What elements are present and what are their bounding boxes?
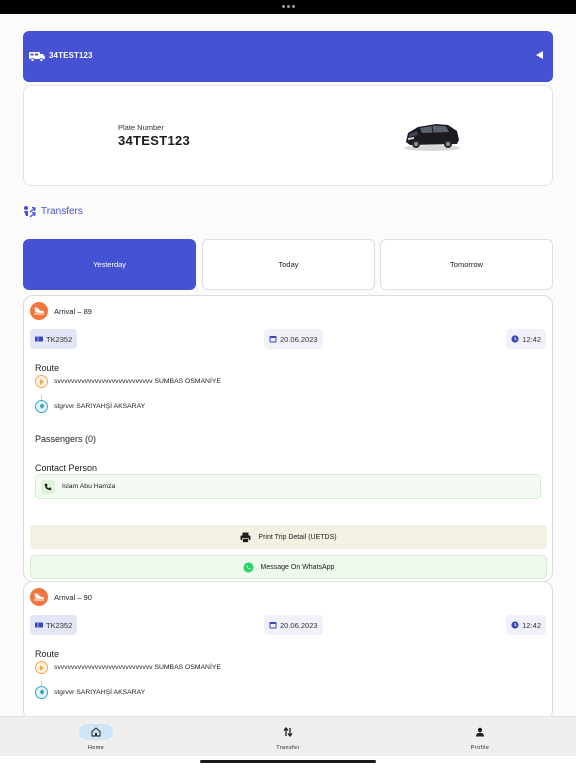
ticket-icon bbox=[35, 336, 43, 342]
transfer-arrows-icon bbox=[271, 724, 305, 740]
main-scroll-area[interactable]: 34TEST123 Plate Number 34TEST123 Transfe… bbox=[0, 14, 576, 716]
nav-home-label: Home bbox=[87, 745, 105, 751]
location-pin-icon bbox=[35, 400, 48, 413]
print-trip-button[interactable]: Print Trip Detail (UETDS) bbox=[30, 525, 547, 549]
whatsapp-button[interactable]: Message On WhatsApp bbox=[30, 555, 547, 579]
vehicle-image bbox=[404, 124, 460, 151]
day-tabs: Yesterday Today Tomorrow bbox=[23, 239, 553, 290]
transfer-date: 20.06.2023 bbox=[280, 334, 318, 344]
clock-icon bbox=[511, 621, 519, 629]
clock-icon bbox=[511, 335, 519, 343]
route-end-text: stgrvvr SARIYAHŞİ AKSARAY bbox=[54, 403, 146, 410]
route-end: stgrvvr SARIYAHŞİ AKSARAY bbox=[35, 686, 145, 699]
time-badge: 12:42 bbox=[506, 329, 546, 349]
route-start: svvvvvvvvvvvvvvvvvvvvvvvvvvvv SUMBAS OSM… bbox=[35, 661, 221, 674]
tab-tomorrow-label: Tomorrow bbox=[450, 260, 483, 269]
time-badge: 12:42 bbox=[506, 615, 546, 635]
transfers-icon bbox=[24, 206, 36, 218]
flight-badge: TK2352 bbox=[30, 329, 78, 349]
tab-tomorrow[interactable]: Tomorrow bbox=[380, 239, 553, 290]
header-plate: 34TEST123 bbox=[49, 51, 93, 60]
print-trip-label: Print Trip Detail (UETDS) bbox=[258, 533, 337, 541]
calendar-icon bbox=[269, 336, 277, 343]
flight-number: TK2352 bbox=[46, 620, 73, 630]
multitasking-dots[interactable] bbox=[282, 5, 295, 8]
arrival-number: Arrival – 89 bbox=[54, 307, 92, 316]
plate-number-value: 34TEST123 bbox=[118, 133, 191, 148]
van-icon bbox=[29, 52, 45, 62]
plate-number-label: Plate Number bbox=[118, 123, 164, 132]
location-pin-icon bbox=[35, 686, 48, 699]
route-label: Route bbox=[35, 363, 60, 373]
tab-yesterday-label: Yesterday bbox=[92, 260, 127, 269]
phone-icon bbox=[41, 480, 55, 494]
transfers-title: Transfers bbox=[41, 206, 83, 217]
collapse-arrow-icon[interactable] bbox=[536, 51, 543, 59]
transfer-time: 12:42 bbox=[522, 620, 541, 630]
contact-person-label: Contact Person bbox=[35, 463, 98, 473]
tab-yesterday[interactable]: Yesterday bbox=[23, 239, 196, 290]
route-start-icon bbox=[35, 661, 48, 674]
arrival-number: Arrival – 90 bbox=[54, 593, 92, 602]
ticket-icon bbox=[35, 622, 43, 628]
date-badge: 20.06.2023 bbox=[264, 329, 323, 349]
calendar-icon bbox=[269, 622, 277, 629]
plane-landing-icon bbox=[30, 302, 48, 320]
route-start-text: svvvvvvvvvvvvvvvvvvvvvvvvvvvv SUMBAS OSM… bbox=[54, 664, 221, 671]
whatsapp-label: Message On WhatsApp bbox=[260, 563, 335, 571]
tab-today-label: Today bbox=[278, 260, 299, 269]
status-bar bbox=[0, 0, 576, 14]
nav-profile-label: Profile bbox=[470, 745, 490, 751]
date-badge: 20.06.2023 bbox=[264, 615, 323, 635]
flight-badge: TK2352 bbox=[30, 615, 78, 635]
passengers-label[interactable]: Passengers (0) bbox=[35, 434, 96, 444]
home-indicator-area bbox=[0, 756, 576, 768]
route-start-icon bbox=[35, 375, 48, 388]
vehicle-card: Plate Number 34TEST123 bbox=[23, 85, 553, 186]
bottom-navigation: Home Transfer Profile bbox=[0, 716, 576, 756]
whatsapp-icon bbox=[243, 562, 254, 572]
home-icon bbox=[79, 724, 113, 740]
transfer-card[interactable]: Arrival – 90 TK2352 20.06.2023 12:42 Rou… bbox=[23, 581, 553, 716]
route-start: svvvvvvvvvvvvvvvvvvvvvvvvvvvv SUMBAS OSM… bbox=[35, 375, 221, 388]
plane-landing-icon bbox=[30, 588, 48, 606]
route-start-text: svvvvvvvvvvvvvvvvvvvvvvvvvvvv SUMBAS OSM… bbox=[54, 378, 221, 385]
route-end: stgrvvr SARIYAHŞİ AKSARAY bbox=[35, 400, 145, 413]
nav-transfer-label: Transfer bbox=[276, 745, 300, 751]
home-indicator[interactable] bbox=[200, 760, 376, 763]
transfer-card[interactable]: Arrival – 89 TK2352 20.06.2023 12:42 Rou… bbox=[23, 295, 553, 582]
tab-today[interactable]: Today bbox=[202, 239, 375, 290]
person-icon bbox=[463, 724, 497, 740]
route-end-text: stgrvvr SARIYAHŞİ AKSARAY bbox=[54, 689, 146, 696]
transfer-time: 12:42 bbox=[522, 334, 541, 344]
nav-profile[interactable]: Profile bbox=[430, 717, 530, 757]
vehicle-header[interactable]: 34TEST123 bbox=[23, 31, 553, 82]
transfer-date: 20.06.2023 bbox=[280, 620, 318, 630]
nav-home[interactable]: Home bbox=[46, 717, 146, 757]
flight-number: TK2352 bbox=[46, 334, 73, 344]
contact-person-row[interactable]: Islam Abu Hamza bbox=[35, 474, 541, 499]
printer-icon bbox=[240, 532, 251, 543]
nav-transfer[interactable]: Transfer bbox=[238, 717, 338, 757]
route-label: Route bbox=[35, 649, 60, 659]
contact-name: Islam Abu Hamza bbox=[62, 483, 116, 490]
transfers-heading: Transfers bbox=[23, 205, 83, 218]
